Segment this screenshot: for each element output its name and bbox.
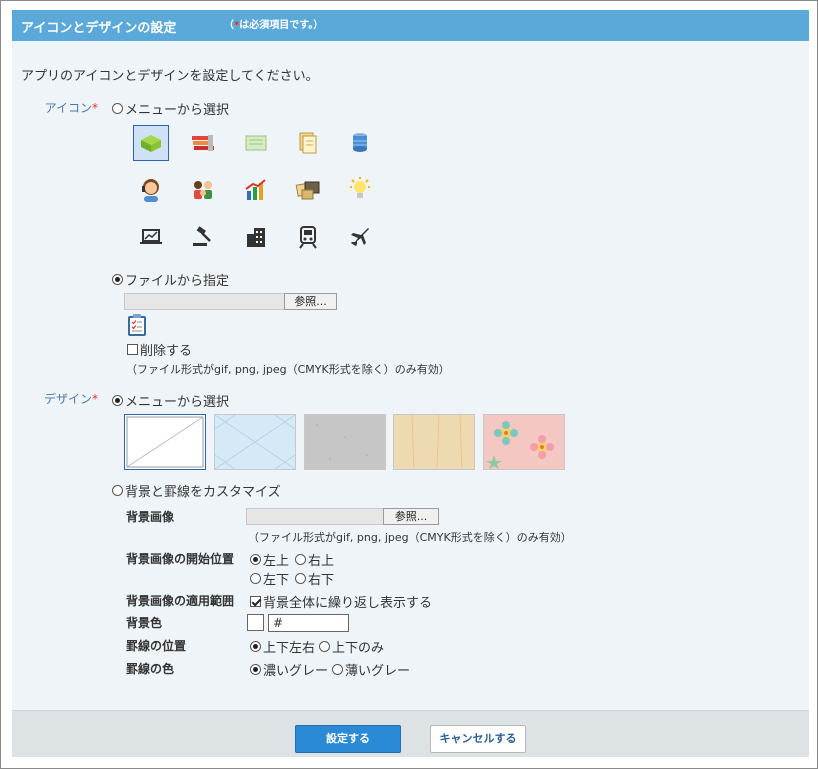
icon-menu-option[interactable]: メニューから選択 xyxy=(112,99,229,118)
start-position-label: 背景画像の開始位置 xyxy=(126,552,235,566)
border-position-label: 罫線の位置 xyxy=(126,639,187,653)
building-icon[interactable] xyxy=(238,219,274,255)
bg-color-label: 背景色 xyxy=(126,616,163,630)
design-tile-wood[interactable] xyxy=(393,414,475,470)
design-menu-option-label: メニューから選択 xyxy=(125,395,230,410)
border-tb-option[interactable]: 上下のみ xyxy=(319,637,384,656)
dialog-title: アイコンとデザインの設定 xyxy=(21,21,177,36)
icon-file-input[interactable] xyxy=(124,293,285,310)
pos-bottom-right-option[interactable]: 右下 xyxy=(295,569,334,588)
bg-file-note: （ファイル形式がgif, png, jpeg（CMYK形式を除く）のみ有効） xyxy=(248,531,572,544)
chart-icon[interactable] xyxy=(238,172,274,208)
icon-section-label: アイコン* xyxy=(18,99,98,116)
design-custom-radio[interactable] xyxy=(112,485,123,496)
people-icon[interactable] xyxy=(185,172,221,208)
bg-image-file-input[interactable] xyxy=(246,508,384,525)
border-all-radio[interactable] xyxy=(250,641,261,652)
icon-file-option-label: ファイルから指定 xyxy=(125,274,230,289)
icon-required-star: * xyxy=(92,101,98,115)
operator-icon[interactable] xyxy=(133,172,169,208)
border-dark-radio[interactable] xyxy=(250,664,261,675)
icon-file-note: （ファイル形式がgif, png, jpeg（CMYK形式を除く）のみ有効） xyxy=(126,363,450,376)
dialog-footer: 設定する キャンセルする xyxy=(12,710,809,757)
design-label-text: デザイン xyxy=(43,392,92,406)
pos-top-left-label: 左上 xyxy=(263,554,290,569)
border-tb-radio[interactable] xyxy=(319,641,330,652)
pos-top-right-option[interactable]: 右上 xyxy=(295,550,334,569)
photos-icon[interactable] xyxy=(290,172,326,208)
icon-browse-button[interactable]: 参照... xyxy=(284,293,337,310)
border-dark-label: 濃いグレー xyxy=(263,664,329,679)
pos-bottom-left-option[interactable]: 左下 xyxy=(250,569,289,588)
delete-icon-option[interactable]: 削除する xyxy=(127,340,192,359)
repeat-checkbox[interactable] xyxy=(250,596,261,607)
design-tile-flower[interactable] xyxy=(483,414,565,470)
icon-menu-option-label: メニューから選択 xyxy=(125,103,230,118)
save-button[interactable]: 設定する xyxy=(295,725,401,753)
database-icon[interactable] xyxy=(342,125,378,161)
pos-top-right-radio[interactable] xyxy=(295,554,306,565)
design-required-star: * xyxy=(92,392,98,406)
design-section-label: デザイン* xyxy=(18,390,98,407)
border-tb-label: 上下のみ xyxy=(332,641,385,656)
icon-file-option[interactable]: ファイルから指定 xyxy=(112,270,229,289)
laptop-chart-icon[interactable] xyxy=(133,219,169,255)
bg-image-label: 背景画像 xyxy=(126,510,175,524)
pos-top-left-option[interactable]: 左上 xyxy=(250,550,289,569)
required-note-open: （ xyxy=(224,20,234,31)
delete-checkbox[interactable] xyxy=(127,344,138,355)
border-color-label: 罫線の色 xyxy=(126,662,175,676)
apply-range-label: 背景画像の適用範囲 xyxy=(126,594,235,608)
pos-top-right-label: 右上 xyxy=(308,554,335,569)
bg-color-input[interactable]: # xyxy=(268,614,349,632)
border-all-label: 上下左右 xyxy=(263,641,316,656)
border-light-label: 薄いグレー xyxy=(345,664,411,679)
repeat-label: 背景全体に繰り返し表示する xyxy=(263,596,433,611)
settings-panel: アイコンとデザインの設定 （*は必須項目です。） アプリのアイコンとデザインを設… xyxy=(12,10,809,757)
cards-icon[interactable] xyxy=(238,125,274,161)
cube-icon[interactable] xyxy=(133,125,169,161)
icon-menu-radio[interactable] xyxy=(112,103,123,114)
border-all-option[interactable]: 上下左右 xyxy=(250,637,315,656)
pos-bottom-right-radio[interactable] xyxy=(295,573,306,584)
bg-image-browse-button[interactable]: 参照... xyxy=(383,508,439,525)
delete-label: 削除する xyxy=(140,344,193,359)
pos-bottom-left-radio[interactable] xyxy=(250,573,261,584)
design-tile-blue[interactable] xyxy=(214,414,296,470)
pos-bottom-right-label: 右下 xyxy=(308,573,335,588)
icon-file-radio[interactable] xyxy=(112,274,123,285)
lightbulb-icon[interactable] xyxy=(342,172,378,208)
border-dark-option[interactable]: 濃いグレー xyxy=(250,660,328,679)
border-light-option[interactable]: 薄いグレー xyxy=(332,660,410,679)
border-light-radio[interactable] xyxy=(332,664,343,675)
pos-top-left-radio[interactable] xyxy=(250,554,261,565)
pos-bottom-left-label: 左下 xyxy=(263,573,290,588)
airplane-icon[interactable] xyxy=(342,219,378,255)
design-custom-option[interactable]: 背景と罫線をカスタマイズ xyxy=(112,481,281,500)
cancel-button[interactable]: キャンセルする xyxy=(430,725,526,753)
clipboard-icon xyxy=(126,313,148,340)
intro-text: アプリのアイコンとデザインを設定してください。 xyxy=(21,69,319,84)
bg-color-swatch[interactable] xyxy=(247,614,264,631)
required-note-text: は必須項目です。） xyxy=(239,20,324,31)
design-menu-radio[interactable] xyxy=(112,395,123,406)
dialog-frame: アイコンとデザインの設定 （*は必須項目です。） アプリのアイコンとデザインを設… xyxy=(0,0,818,769)
books-icon[interactable] xyxy=(185,125,221,161)
design-tile-white[interactable] xyxy=(124,414,206,470)
design-menu-option[interactable]: メニューから選択 xyxy=(112,391,229,410)
required-note: （*は必須項目です。） xyxy=(224,16,323,31)
repeat-option[interactable]: 背景全体に繰り返し表示する xyxy=(250,592,432,611)
documents-icon[interactable] xyxy=(290,125,326,161)
design-tile-gray[interactable] xyxy=(304,414,386,470)
design-custom-option-label: 背景と罫線をカスタマイズ xyxy=(125,485,281,500)
gavel-icon[interactable] xyxy=(185,219,221,255)
title-bar: アイコンとデザインの設定 （*は必須項目です。） xyxy=(12,10,809,41)
train-icon[interactable] xyxy=(290,219,326,255)
icon-label-text: アイコン xyxy=(44,101,92,115)
